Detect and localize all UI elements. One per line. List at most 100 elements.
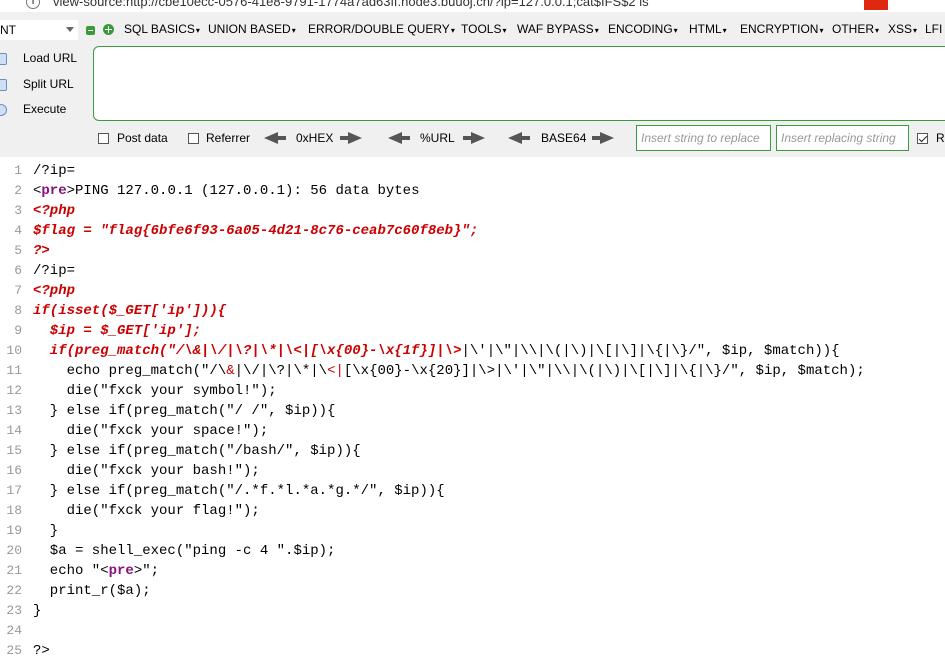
menu-encryption[interactable]: ENCRYPTION▾ xyxy=(740,22,823,36)
dropdown-arrow-icon: ▾ xyxy=(673,26,678,35)
url-label: %URL xyxy=(420,131,455,145)
source-line: 13 } else if(preg_match("/ /", $ip)){ xyxy=(0,401,945,421)
load-url-icon xyxy=(0,53,7,65)
line-number: 22 xyxy=(6,583,22,598)
plus-icon[interactable] xyxy=(103,24,114,35)
line-number: 20 xyxy=(6,543,22,558)
code-text: die("fxck your bash!"); xyxy=(33,463,260,479)
dropdown-arrow-icon: ▾ xyxy=(722,26,727,35)
code-text: ?> xyxy=(33,643,50,659)
source-line: 24 xyxy=(0,621,945,641)
replace-string-input[interactable]: Insert string to replace xyxy=(636,125,771,151)
code-text: } xyxy=(33,523,59,539)
code-text: print_r($a); xyxy=(33,583,151,599)
source-line: 8 if(isset($_GET['ip'])){ xyxy=(0,301,945,321)
code-text: } else if(preg_match("/ /", $ip)){ xyxy=(33,403,336,419)
menu-union-based[interactable]: UNION BASED▾ xyxy=(208,22,296,36)
source-line: 23} xyxy=(0,601,945,621)
source-line: 12 die("fxck your symbol!"); xyxy=(0,381,945,401)
menu-html[interactable]: HTML▾ xyxy=(689,22,727,36)
line-number: 12 xyxy=(6,383,22,398)
line-number: 24 xyxy=(6,623,22,638)
line-number: 14 xyxy=(6,423,22,438)
source-line: 15 } else if(preg_match("/bash/", $ip)){ xyxy=(0,441,945,461)
url-text[interactable]: view-source:http://cbe10ecc-0576-41e8-97… xyxy=(53,0,649,9)
dropdown-arrow-icon: ▾ xyxy=(875,26,880,35)
menu-error-double-query[interactable]: ERROR/DOUBLE QUERY▾ xyxy=(308,22,455,36)
menu-label: SQL BASICS xyxy=(124,22,195,36)
base64-encode-arrow-icon[interactable] xyxy=(592,132,614,144)
url-textarea[interactable] xyxy=(93,46,945,121)
hackbar-menubar: NT SQL BASICS▾ UNION BASED▾ ERROR/DOUBLE… xyxy=(0,20,945,44)
menu-label: OTHER xyxy=(832,22,874,36)
menu-xss[interactable]: XSS▾ xyxy=(888,22,917,36)
source-line: 20 $a = shell_exec("ping -c 4 ".$ip); xyxy=(0,541,945,561)
source-line: 4 $flag = "flag{6bfe6f93-6a05-4d21-8c76-c… xyxy=(0,221,945,241)
code-text: ?> xyxy=(33,243,50,259)
referrer-label: Referrer xyxy=(206,131,251,145)
hex-decode-arrow-icon[interactable] xyxy=(264,132,286,144)
source-line: 19 } xyxy=(0,521,945,541)
dropdown-arrow-icon: ▾ xyxy=(502,26,507,35)
code-text: if(isset($_GET['ip'])){ xyxy=(33,303,227,319)
line-number: 15 xyxy=(6,443,22,458)
info-icon[interactable]: i xyxy=(26,0,40,9)
menu-sql-basics[interactable]: SQL BASICS▾ xyxy=(124,22,200,36)
source-view: 1 /?ip= 2 <pre>PING 127.0.0.1 (127.0.0.1): … xyxy=(0,157,945,659)
url-encode-arrow-icon[interactable] xyxy=(463,132,485,144)
code-text: } else if(preg_match("/.*f.*l.*a.*g.*/",… xyxy=(33,483,445,499)
source-line: 1 /?ip= xyxy=(0,161,945,181)
referrer-checkbox[interactable] xyxy=(188,133,199,144)
menu-label: ENCRYPTION xyxy=(740,22,819,36)
menu-waf-bypass[interactable]: WAF BYPASS▾ xyxy=(517,22,599,36)
dropdown-arrow-icon: ▾ xyxy=(291,26,296,35)
menu-encoding[interactable]: ENCODING▾ xyxy=(608,22,678,36)
china-flag-icon xyxy=(864,0,888,10)
address-bar[interactable]: i view-source:http://cbe10ecc-0576-41e8-… xyxy=(0,0,945,12)
code-text: } else if(preg_match("/bash/", $ip)){ xyxy=(33,443,361,459)
post-data-checkbox[interactable] xyxy=(98,133,109,144)
dropdown-arrow-icon: ▾ xyxy=(913,26,918,35)
source-line: 9 $ip = $_GET['ip']; xyxy=(0,321,945,341)
code-text: die("fxck your flag!"); xyxy=(33,503,260,519)
menu-label: UNION BASED xyxy=(208,22,291,36)
line-number: 10 xyxy=(6,343,22,358)
post-data-label: Post data xyxy=(117,131,168,145)
replacing-string-input[interactable]: Insert replacing string xyxy=(776,125,909,151)
line-number: 9 xyxy=(14,323,22,338)
hex-encode-arrow-icon[interactable] xyxy=(340,132,362,144)
line-number: 18 xyxy=(6,503,22,518)
line-number: 3 xyxy=(14,203,22,218)
source-line: 22 print_r($a); xyxy=(0,581,945,601)
line-number: 13 xyxy=(6,403,22,418)
line-number: 6 xyxy=(14,263,22,278)
load-url-label: Load URL xyxy=(23,51,78,65)
menu-lfi[interactable]: LFI xyxy=(925,22,942,36)
line-number: 16 xyxy=(6,463,22,478)
menu-label: HTML xyxy=(689,22,722,36)
code-text: <?php xyxy=(33,283,76,299)
code-text: <?php xyxy=(33,203,76,219)
menu-tools[interactable]: TOOLS▾ xyxy=(461,22,506,36)
menu-label: LFI xyxy=(925,22,943,36)
line-number: 2 xyxy=(14,183,22,198)
line-number: 5 xyxy=(14,243,22,258)
code-text: die("fxck your symbol!"); xyxy=(33,383,277,399)
code-text: $flag = "flag{6bfe6f93-6a05-4d21-8c76-ce… xyxy=(33,223,479,239)
hackbar-select-value: NT xyxy=(0,23,16,37)
code-text: die("fxck your space!"); xyxy=(33,423,269,439)
menu-other[interactable]: OTHER▾ xyxy=(832,22,879,36)
minus-icon[interactable] xyxy=(86,26,95,35)
dropdown-arrow-icon: ▾ xyxy=(450,26,455,35)
line-number: 23 xyxy=(6,603,22,618)
hex-label: 0xHEX xyxy=(296,131,334,145)
replace-all-checkbox[interactable] xyxy=(917,133,928,144)
line-number: 19 xyxy=(6,523,22,538)
hackbar-select[interactable]: NT xyxy=(0,20,78,40)
execute-label: Execute xyxy=(23,102,67,116)
source-line: 10 if(preg_match("/\&|\/|\?|\*|\<|[\x{00… xyxy=(0,341,945,361)
url-decode-arrow-icon[interactable] xyxy=(388,132,410,144)
base64-decode-arrow-icon[interactable] xyxy=(508,132,530,144)
code-text: $a = shell_exec("ping -c 4 ".$ip); xyxy=(33,543,336,559)
menu-label: ENCODING xyxy=(608,22,673,36)
